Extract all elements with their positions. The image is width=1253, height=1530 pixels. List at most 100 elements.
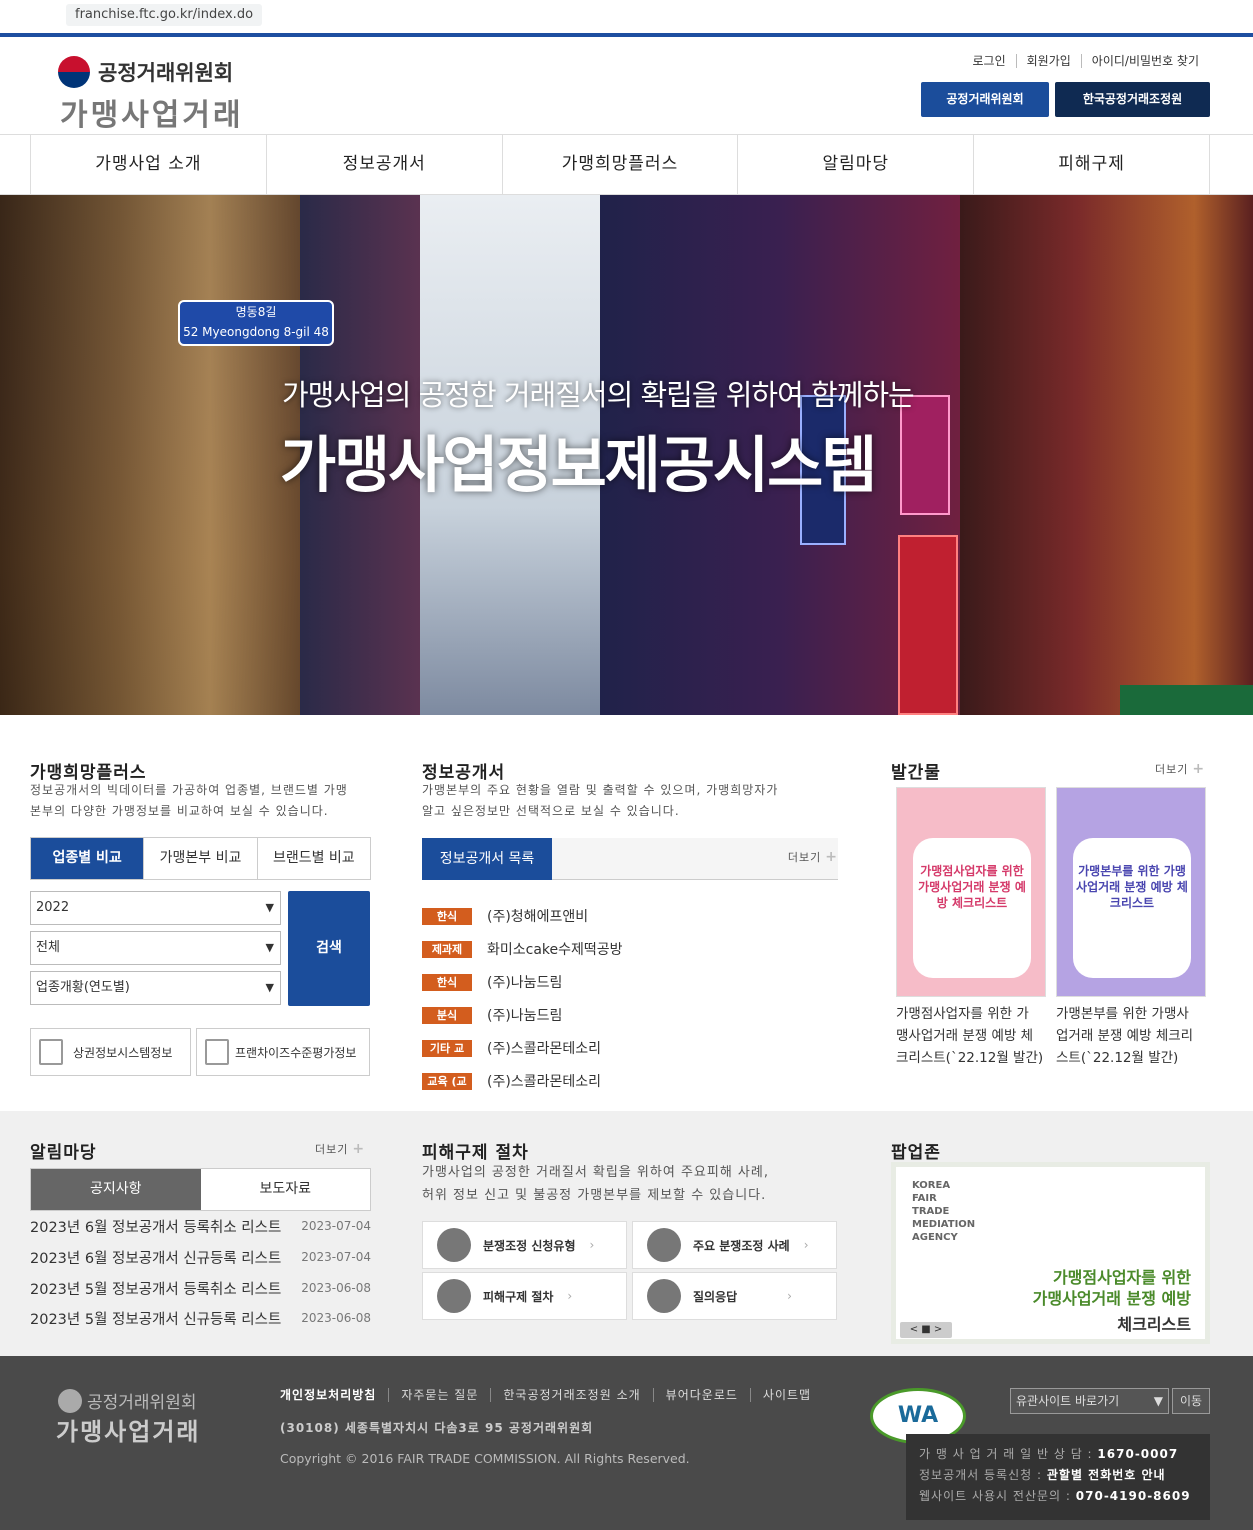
list-item[interactable]: 기타 교 (주)스콜라몬테소리	[422, 1038, 601, 1058]
plus-icon: +	[1192, 761, 1206, 777]
taegeuk-icon	[58, 1388, 82, 1413]
remedy-procedure-button[interactable]: 피해구제 절차 ›	[422, 1272, 627, 1320]
table-row[interactable]: 2023년 5월 정보공개서 등록취소 리스트 2023-06-08	[30, 1277, 371, 1299]
related-go-button[interactable]: 이동	[1172, 1388, 1210, 1414]
nav-disclosure[interactable]: 정보공개서	[267, 135, 503, 194]
cover-title: 가맹점사업자를 위한 가맹사업거래 분쟁 예방 체크리스트	[918, 864, 1026, 910]
category-badge: 제과제	[422, 940, 472, 958]
grid-icon	[437, 1279, 471, 1313]
category-select[interactable]: 전체 ▼	[30, 931, 281, 965]
table-row[interactable]: 2023년 6월 정보공개서 신규등록 리스트 2023-07-04	[30, 1246, 371, 1268]
year-select[interactable]: 2022 ▼	[30, 891, 281, 925]
find-account-link[interactable]: 아이디/비밀번호 찾기	[1080, 54, 1209, 68]
table-row[interactable]: 2023년 6월 정보공개서 등록취소 리스트 2023-07-04	[30, 1215, 371, 1237]
commercial-area-link[interactable]: 상권정보시스템정보	[30, 1028, 191, 1076]
signup-link[interactable]: 회원가입	[1015, 54, 1081, 68]
document-check-icon	[205, 1039, 229, 1065]
nav-notice[interactable]: 알림마당	[738, 135, 975, 194]
popup-title: 팝업존	[891, 1143, 941, 1163]
footer-links: 개인정보처리방침 자주묻는 질문 한국공정거래조정원 소개 뷰어다운로드 사이트…	[280, 1388, 823, 1402]
chevron-right-icon: ›	[589, 1238, 595, 1252]
footer-address: (30108) 세종특별자치시 다솜3로 95 공정거래위원회	[280, 1421, 594, 1435]
info-more-link[interactable]: 더보기 +	[788, 849, 838, 865]
taegeuk-icon	[58, 56, 90, 88]
list-item[interactable]: 교육 (교 (주)스콜라몬테소리	[422, 1071, 601, 1091]
franchise-eval-link[interactable]: 프랜차이즈수준평가정보	[196, 1028, 370, 1076]
list-item[interactable]: 한식 (주)나눔드림	[422, 972, 562, 992]
tab-info-list[interactable]: 정보공개서 목록	[422, 838, 552, 880]
plus-icon: +	[825, 849, 838, 865]
nav-hope-plus[interactable]: 가맹희망플러스	[503, 135, 739, 194]
publication-cover[interactable]: 가맹점사업자를 위한 가맹사업거래 분쟁 예방 체크리스트	[896, 787, 1046, 997]
ftc-logo[interactable]: 공정거래위원회	[58, 56, 233, 88]
tab-brand-compare[interactable]: 브랜드별 비교	[256, 838, 370, 879]
pub-more-link[interactable]: 더보기 +	[1155, 761, 1205, 777]
url-text[interactable]: franchise.ftc.go.kr/index.do	[66, 4, 263, 26]
dispute-types-button[interactable]: 분쟁조정 신청유형 ›	[422, 1221, 627, 1269]
tab-hq-compare[interactable]: 가맹본부 비교	[143, 838, 257, 879]
top-accent-line	[0, 33, 1253, 37]
hero-building-right	[960, 195, 1253, 715]
nav-franchise-intro[interactable]: 가맹사업 소개	[31, 135, 267, 194]
privacy-policy-link[interactable]: 개인정보처리방침	[280, 1388, 388, 1402]
footer-copyright: Copyright © 2016 FAIR TRADE COMMISSION. …	[280, 1451, 690, 1466]
remedy-title: 피해구제 절차	[422, 1143, 529, 1163]
notice-more-link[interactable]: 더보기 +	[315, 1141, 365, 1157]
site-logo-title[interactable]: 가맹사업거래	[60, 90, 244, 134]
hero-subtitle: 가맹사업의 공정한 거래질서의 확립을 위하여 함께하는	[282, 378, 915, 412]
pie-chart-icon	[647, 1228, 681, 1262]
popup-banner[interactable]: KOREA FAIR TRADE MEDIATION AGENCY 가맹점사업자를 위한…	[891, 1162, 1210, 1344]
nav-remedy[interactable]: 피해구제	[974, 135, 1210, 194]
info-tab-bar: 정보공개서 목록 더보기 +	[422, 838, 838, 880]
notice-title: 알림마당	[30, 1143, 97, 1163]
contact-registration: 정보공개서 등록신청 : 관할별 전화번호 안내	[919, 1468, 1166, 1482]
footer-site-logo: 가맹사업거래	[56, 1418, 201, 1446]
chevron-down-icon: ▼	[265, 981, 274, 994]
publication-caption[interactable]: 가맹본부를 위한 가맹사 업거래 분쟁 예방 체크리 스트(`22.12월 발간)	[1056, 1003, 1211, 1069]
cover-title: 가맹본부를 위한 가맹사업거래 분쟁 예방 체크리스트	[1076, 864, 1188, 910]
chevron-right-icon: ›	[787, 1289, 792, 1303]
popup-pager[interactable]: < ■ >	[900, 1322, 952, 1338]
related-sites-select[interactable]: 유관사이트 바로가기 ▼	[1010, 1388, 1169, 1414]
publication-cover[interactable]: 가맹본부를 위한 가맹사업거래 분쟁 예방 체크리스트	[1056, 787, 1206, 997]
logo-org-name: 공정거래위원회	[98, 61, 234, 85]
street-sign-roman: 52 Myeongdong 8-gil 48	[183, 325, 329, 339]
table-row[interactable]: 2023년 5월 정보공개서 신규등록 리스트 2023-06-08	[30, 1307, 371, 1329]
faq-link[interactable]: 자주묻는 질문	[388, 1388, 490, 1402]
utility-links: 로그인 회원가입 아이디/비밀번호 찾기	[962, 54, 1209, 68]
search-button[interactable]: 검색	[288, 891, 370, 1006]
list-item[interactable]: 제과제 화미소cake수제떡공방	[422, 939, 623, 959]
tab-press[interactable]: 보도자료	[200, 1169, 370, 1210]
popup-headline: 가맹점사업자를 위한 가맹사업거래 분쟁 예방	[1032, 1268, 1191, 1308]
chart-icon	[437, 1228, 471, 1262]
browser-url-bar[interactable]: franchise.ftc.go.kr/index.do	[0, 0, 1253, 32]
category-badge: 분식	[422, 1006, 472, 1024]
dispute-cases-button[interactable]: 주요 분쟁조정 사례 ›	[632, 1221, 837, 1269]
viewer-download-link[interactable]: 뷰어다운로드	[652, 1388, 750, 1402]
list-item[interactable]: 한식 (주)청해에프앤비	[422, 906, 588, 926]
hero-building-left	[0, 195, 300, 715]
sitemap-link[interactable]: 사이트맵	[749, 1388, 823, 1402]
ftc-site-button[interactable]: 공정거래위원회	[921, 82, 1049, 117]
popup-subline: 체크리스트	[1117, 1315, 1191, 1334]
tab-announcements[interactable]: 공지사항	[31, 1169, 201, 1210]
agency-name: KOREA FAIR TRADE MEDIATION AGENCY	[912, 1180, 976, 1243]
list-item[interactable]: 분식 (주)나눔드림	[422, 1005, 562, 1025]
stat-select[interactable]: 업종개황(연도별) ▼	[30, 971, 281, 1005]
street-sign: 명동8길 52 Myeongdong 8-gil 48	[178, 300, 334, 346]
kofair-site-button[interactable]: 한국공정거래조정원	[1055, 82, 1210, 117]
contact-box: 가 맹 사 업 거 래 일 반 상 담 : 1670-0007 정보공개서 등록…	[906, 1434, 1210, 1520]
plus-icon: +	[352, 1141, 366, 1157]
faq-button[interactable]: 질의응답 ›	[632, 1272, 837, 1320]
briefcase-icon	[647, 1279, 681, 1313]
tab-industry-compare[interactable]: 업종별 비교	[31, 838, 144, 879]
contact-general: 가 맹 사 업 거 래 일 반 상 담 : 1670-0007	[919, 1447, 1179, 1461]
neon-sign	[898, 535, 958, 715]
remedy-desc: 가맹사업의 공정한 거래질서 확립을 위하여 주요피해 사례, 허위 정보 신고 …	[422, 1165, 769, 1203]
publication-caption[interactable]: 가맹점사업자를 위한 가 맹사업거래 분쟁 예방 체 크리스트(`22.12월 발간…	[896, 1003, 1051, 1069]
contact-it: 웹사이트 사용시 전산문의 : 070-4190-8609	[919, 1489, 1191, 1503]
chevron-right-icon: ›	[567, 1289, 573, 1303]
hero-title: 가맹사업정보제공시스템	[280, 430, 877, 501]
login-link[interactable]: 로그인	[962, 54, 1015, 68]
kofair-intro-link[interactable]: 한국공정거래조정원 소개	[490, 1388, 652, 1402]
